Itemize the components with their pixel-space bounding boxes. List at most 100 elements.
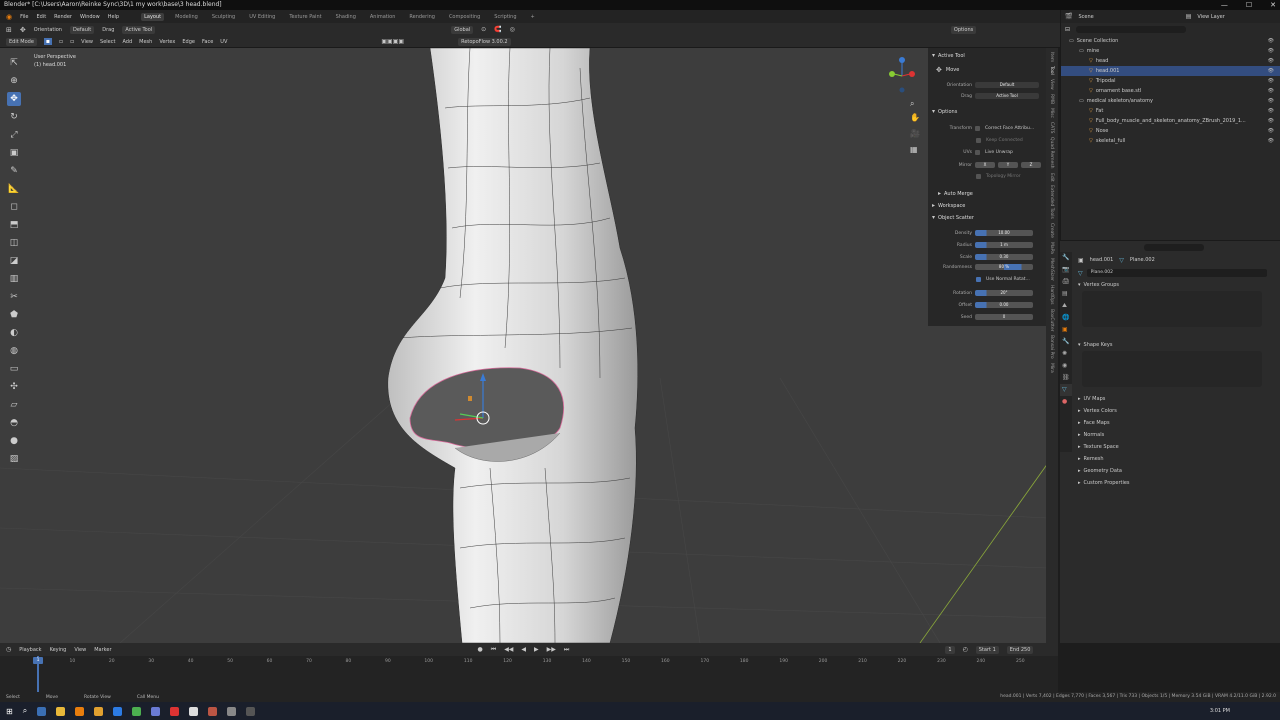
knife-tool-icon[interactable]: ✂ bbox=[7, 290, 21, 304]
app-icon-1[interactable] bbox=[94, 706, 104, 716]
visibility-eye-icon[interactable]: 👁 bbox=[1268, 78, 1274, 84]
shape-keys-list[interactable] bbox=[1082, 351, 1262, 387]
app-icon-8[interactable] bbox=[246, 706, 256, 716]
outliner-row[interactable]: ▽ Fat 👁 bbox=[1061, 106, 1280, 116]
tab-bonsai[interactable]: Bonsai Pro bbox=[1046, 335, 1054, 359]
app-icon-6[interactable] bbox=[208, 706, 218, 716]
retopoflow-button[interactable]: RetopoFlow 3.00.2 bbox=[458, 37, 511, 46]
tab-shading[interactable]: Shading bbox=[333, 13, 359, 21]
collapsed-section-header[interactable]: ▸ Geometry Data bbox=[1060, 465, 1280, 477]
physics-tab-icon[interactable]: ◉ bbox=[1060, 360, 1072, 372]
transform-orientation-dropdown[interactable]: Global bbox=[451, 25, 474, 34]
topology-mirror-checkbox[interactable] bbox=[976, 174, 981, 179]
collapsed-section-header[interactable]: ▸ Face Maps bbox=[1060, 417, 1280, 429]
move-tool-icon[interactable]: ✥ bbox=[7, 92, 21, 106]
tab-tool[interactable]: Tool bbox=[1046, 66, 1054, 75]
jump-start-icon[interactable]: ⏮ bbox=[491, 646, 496, 654]
drag-dropdown[interactable]: Active Tool bbox=[122, 25, 156, 34]
face-select-icon[interactable]: ▫ bbox=[70, 38, 74, 45]
measure-tool-icon[interactable]: 📐 bbox=[7, 182, 21, 196]
rotation-field[interactable]: 20° bbox=[975, 290, 1033, 296]
offset-field[interactable]: 0.00 bbox=[975, 302, 1033, 308]
menu-view[interactable]: View bbox=[81, 39, 93, 45]
head-mesh[interactable] bbox=[387, 48, 639, 643]
tab-hardops[interactable]: HardOps bbox=[1046, 285, 1054, 305]
smooth-tool-icon[interactable]: ◍ bbox=[7, 344, 21, 358]
menu-playback[interactable]: Playback bbox=[19, 647, 41, 653]
outliner-row[interactable]: ▭ mine 👁 bbox=[1061, 46, 1280, 56]
shear-tool-icon[interactable]: ▱ bbox=[7, 398, 21, 412]
outliner-row[interactable]: ▽ Nose 👁 bbox=[1061, 126, 1280, 136]
visibility-eye-icon[interactable]: 👁 bbox=[1268, 98, 1274, 104]
use-normal-rotation-checkbox[interactable] bbox=[976, 277, 981, 282]
collapsed-section-header[interactable]: ▸ UV Maps bbox=[1060, 393, 1280, 405]
visibility-eye-icon[interactable]: 👁 bbox=[1268, 138, 1274, 144]
vertex-select-icon[interactable]: ▪ bbox=[43, 38, 52, 45]
vertex-groups-header[interactable]: ▾ Vertex Groups bbox=[1060, 279, 1280, 291]
inset-tool-icon[interactable]: ◫ bbox=[7, 236, 21, 250]
object-scatter-header[interactable]: ▾ Object Scatter bbox=[932, 214, 974, 221]
menu-help[interactable]: Help bbox=[108, 14, 119, 20]
tab-compositing[interactable]: Compositing bbox=[446, 13, 483, 21]
chrome-icon[interactable] bbox=[132, 706, 142, 716]
orientation-field[interactable]: Default bbox=[975, 82, 1039, 88]
randomness-field[interactable]: 80 % bbox=[975, 264, 1033, 270]
tab-mira[interactable]: Mira bbox=[1046, 363, 1054, 373]
active-tool-header[interactable]: ▾ Active Tool bbox=[932, 52, 965, 59]
tweak-tool-icon[interactable]: ⇱ bbox=[7, 56, 21, 70]
app-icon-5[interactable] bbox=[189, 706, 199, 716]
tab-edit[interactable]: Edit bbox=[1046, 173, 1054, 182]
app-icon-3[interactable] bbox=[151, 706, 161, 716]
shrink-tool-icon[interactable]: ✣ bbox=[7, 380, 21, 394]
collapsed-section-header[interactable]: ▸ Texture Space bbox=[1060, 441, 1280, 453]
scale-tool-icon[interactable]: ⤢ bbox=[7, 128, 21, 142]
jump-end-icon[interactable]: ⏭ bbox=[564, 646, 569, 654]
world-tab-icon[interactable]: 🌐 bbox=[1060, 312, 1072, 324]
view-layer-selector[interactable]: View Layer bbox=[1197, 14, 1224, 20]
prev-key-icon[interactable]: ◀◀ bbox=[504, 646, 513, 653]
constraints-tab-icon[interactable]: ⛓ bbox=[1060, 372, 1072, 384]
menu-render[interactable]: Render bbox=[54, 14, 72, 20]
tab-extended-tools[interactable]: Extended Tools bbox=[1046, 185, 1054, 219]
navigation-gizmo[interactable] bbox=[889, 57, 915, 93]
menu-select[interactable]: Select bbox=[100, 39, 115, 45]
tab-misc[interactable]: Misc bbox=[1046, 108, 1054, 118]
outliner-row[interactable]: ▭ medical skeleton/anatomy 👁 bbox=[1061, 96, 1280, 106]
data-tab-icon[interactable]: ▽ bbox=[1060, 384, 1072, 396]
poly-build-tool-icon[interactable]: ⬟ bbox=[7, 308, 21, 322]
outliner-search-input[interactable] bbox=[1076, 26, 1187, 33]
spin-tool-icon[interactable]: ◐ bbox=[7, 326, 21, 340]
snap-icon[interactable]: 🧲 bbox=[494, 26, 501, 33]
workspace-header[interactable]: ▸ Workspace bbox=[932, 202, 965, 209]
rip-tool-icon[interactable]: ◓ bbox=[7, 416, 21, 430]
outliner-row[interactable]: ▽ head 👁 bbox=[1061, 56, 1280, 66]
image-tool-icon[interactable]: ▨ bbox=[7, 452, 21, 466]
filter-icon[interactable]: ⊟ bbox=[1065, 26, 1070, 33]
mirror-y-toggle[interactable]: Y bbox=[998, 162, 1018, 168]
particles-tab-icon[interactable]: ✺ bbox=[1060, 348, 1072, 360]
vertex-groups-list[interactable] bbox=[1082, 291, 1262, 327]
edge-select-icon[interactable]: ▫ bbox=[59, 38, 63, 45]
bevel-tool-icon[interactable]: ◪ bbox=[7, 254, 21, 268]
rotate-tool-icon[interactable]: ↻ bbox=[7, 110, 21, 124]
search-icon[interactable]: ⌕ bbox=[23, 706, 27, 716]
sphere-tool-icon[interactable]: ● bbox=[7, 434, 21, 448]
tab-layout[interactable]: Layout bbox=[141, 12, 165, 21]
collapsed-section-header[interactable]: ▸ Custom Properties bbox=[1060, 477, 1280, 489]
blender-task-icon[interactable] bbox=[75, 706, 85, 716]
menu-add[interactable]: Add bbox=[122, 39, 132, 45]
menu-uv[interactable]: UV bbox=[220, 39, 227, 45]
outliner-row[interactable]: ▽ ornament base.stl 👁 bbox=[1061, 86, 1280, 96]
menu-mesh[interactable]: Mesh bbox=[139, 39, 152, 45]
mode-dropdown[interactable]: Edit Mode bbox=[6, 37, 37, 46]
visibility-eye-icon[interactable]: 👁 bbox=[1268, 38, 1274, 44]
tab-animation[interactable]: Animation bbox=[367, 13, 399, 21]
scale-field[interactable]: 0.30 bbox=[975, 254, 1033, 260]
editor-type-icon[interactable]: ⊞ bbox=[6, 26, 12, 34]
live-unwrap-checkbox[interactable] bbox=[975, 150, 980, 155]
current-frame-field[interactable]: 1 bbox=[945, 645, 955, 654]
tab-view[interactable]: View bbox=[1046, 79, 1054, 90]
tab-texture-paint[interactable]: Texture Paint bbox=[286, 13, 324, 21]
auto-merge-header[interactable]: ▸ Auto Merge bbox=[938, 190, 973, 197]
app-icon-4[interactable] bbox=[170, 706, 180, 716]
